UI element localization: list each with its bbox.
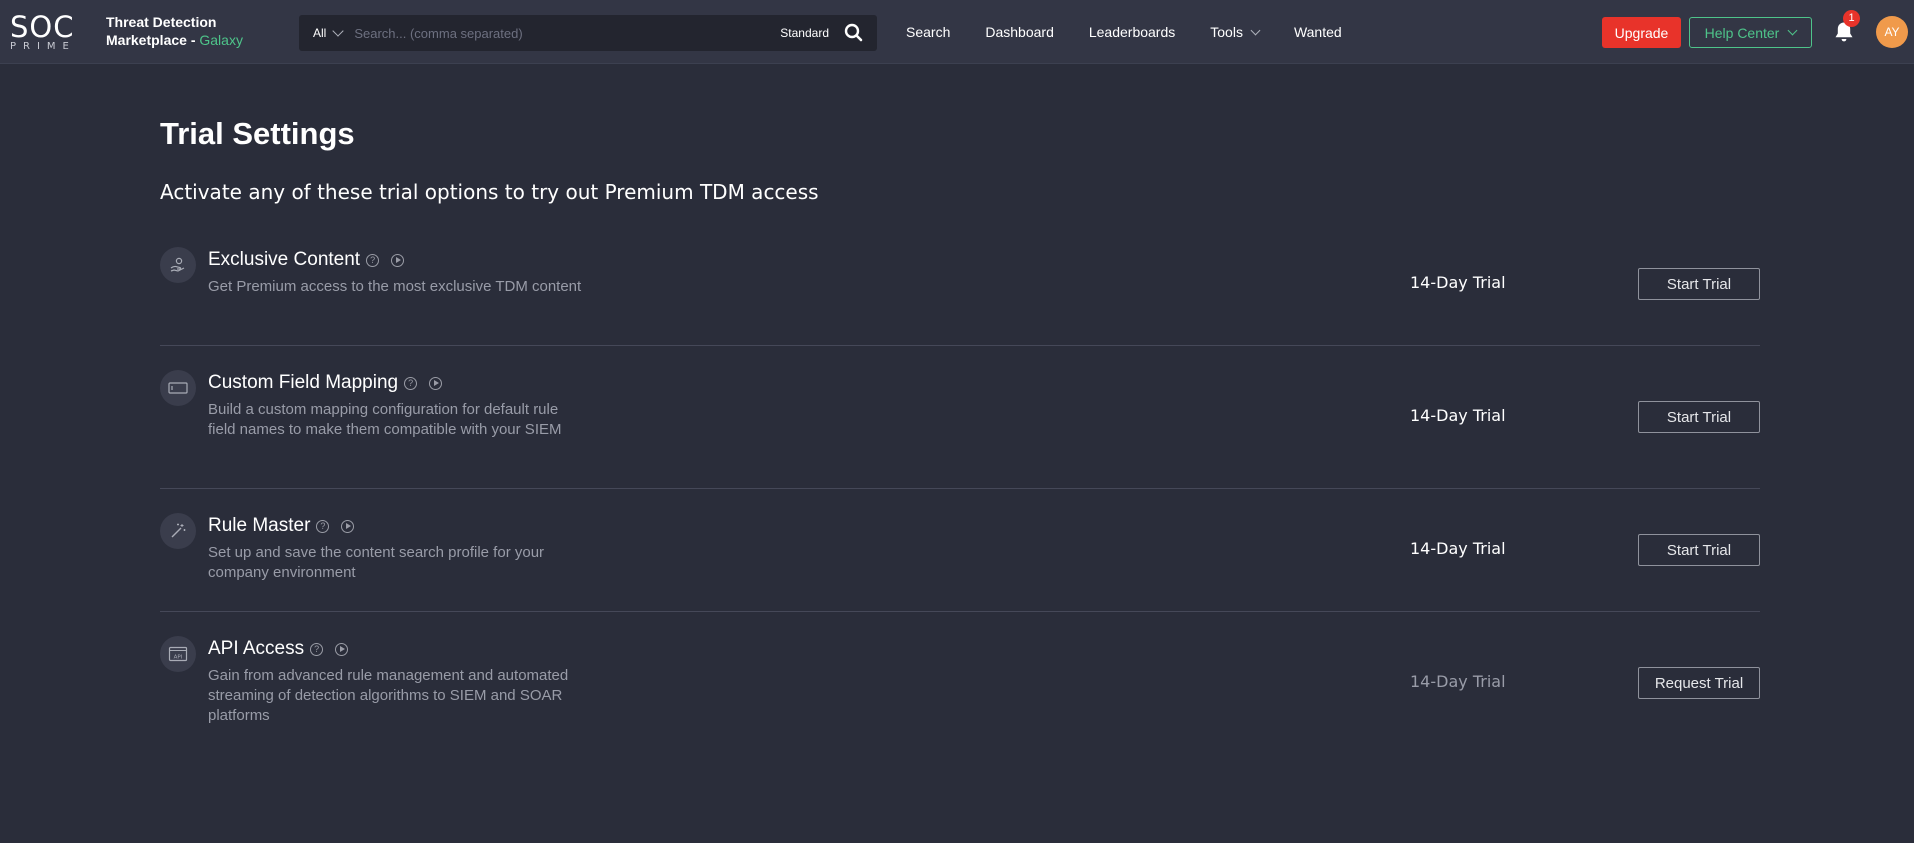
divider — [160, 611, 1760, 612]
trial-description: Get Premium access to the most exclusive… — [208, 278, 582, 295]
trial-row-custom-field-mapping: Custom Field Mapping ? Build a custom ma… — [160, 370, 1760, 470]
search-icon[interactable] — [843, 22, 865, 44]
brand-line2: Marketplace - — [106, 32, 196, 48]
trial-row-exclusive-content: Exclusive Content ? Get Premium access t… — [160, 247, 1760, 337]
nav-dashboard[interactable]: Dashboard — [985, 24, 1054, 40]
top-bar: SOC PRIME Threat Detection Marketplace -… — [0, 0, 1914, 64]
nav-tools-label: Tools — [1210, 24, 1243, 40]
help-icon[interactable]: ? — [366, 253, 380, 267]
page-subtitle: Activate any of these trial options to t… — [160, 180, 819, 204]
trial-duration: 14-Day Trial — [1410, 273, 1506, 292]
start-trial-button[interactable]: Start Trial — [1638, 268, 1760, 300]
nav-leaderboards[interactable]: Leaderboards — [1089, 24, 1175, 40]
trial-duration: 14-Day Trial — [1410, 406, 1506, 425]
notification-badge: 1 — [1843, 10, 1860, 27]
brand-name[interactable]: Threat Detection Marketplace - Galaxy — [106, 13, 243, 49]
brand-line1: Threat Detection — [106, 14, 217, 30]
help-center-button[interactable]: Help Center — [1689, 17, 1812, 48]
search-scope-label: All — [313, 26, 327, 40]
search-bar: All Standard — [299, 15, 877, 51]
play-video-icon[interactable] — [341, 519, 355, 533]
search-input[interactable] — [354, 25, 781, 41]
help-icon[interactable]: ? — [316, 519, 330, 533]
nav-search[interactable]: Search — [906, 24, 950, 40]
nav-tools[interactable]: Tools — [1210, 24, 1261, 40]
trial-duration: 14-Day Trial — [1410, 672, 1506, 691]
trial-title: Custom Field Mapping — [208, 372, 399, 393]
field-mapping-icon — [160, 370, 196, 406]
play-video-icon[interactable] — [391, 253, 405, 267]
trial-row-rule-master: Rule Master ? Set up and save the conten… — [160, 513, 1760, 603]
trial-duration: 14-Day Trial — [1410, 539, 1506, 558]
search-mode-toggle[interactable]: Standard — [780, 26, 829, 40]
soc-prime-logo[interactable]: SOC PRIME — [10, 13, 98, 53]
trial-description: Build a custom mapping configuration for… — [208, 401, 562, 438]
help-icon[interactable]: ? — [310, 642, 324, 656]
upgrade-button[interactable]: Upgrade — [1602, 17, 1681, 48]
trial-title: Exclusive Content — [208, 249, 361, 270]
search-scope-dropdown[interactable]: All — [313, 25, 345, 40]
play-video-icon[interactable] — [335, 642, 349, 656]
trial-title: API Access — [208, 638, 305, 659]
trial-description: Set up and save the content search profi… — [208, 544, 545, 581]
api-icon: API — [160, 636, 196, 672]
divider — [160, 345, 1760, 346]
chevron-down-icon — [332, 25, 345, 37]
help-icon[interactable]: ? — [404, 376, 418, 390]
divider — [160, 488, 1760, 489]
start-trial-button[interactable]: Start Trial — [1638, 534, 1760, 566]
help-center-label: Help Center — [1704, 24, 1780, 41]
play-video-icon[interactable] — [429, 376, 443, 390]
trial-title: Rule Master — [208, 515, 311, 536]
chevron-down-icon — [1787, 25, 1798, 36]
page-title: Trial Settings — [160, 116, 355, 151]
main-nav: Search Dashboard Leaderboards Tools Want… — [906, 0, 1377, 64]
start-trial-button[interactable]: Start Trial — [1638, 401, 1760, 433]
logo-sub-text: PRIME — [10, 41, 76, 52]
svg-text:API: API — [174, 655, 183, 661]
magic-wand-icon — [160, 513, 196, 549]
request-trial-button[interactable]: Request Trial — [1638, 667, 1760, 699]
hand-coin-icon — [160, 247, 196, 283]
avatar[interactable]: AY — [1876, 16, 1908, 48]
nav-wanted[interactable]: Wanted — [1294, 24, 1342, 40]
chevron-down-icon — [1250, 25, 1261, 35]
trial-description: Gain from advanced rule management and a… — [208, 667, 569, 724]
brand-galaxy: Galaxy — [199, 32, 243, 48]
logo-main-text: SOC — [10, 10, 75, 44]
trial-row-api-access: API API Access ? Gain from advanced rule… — [160, 636, 1760, 736]
